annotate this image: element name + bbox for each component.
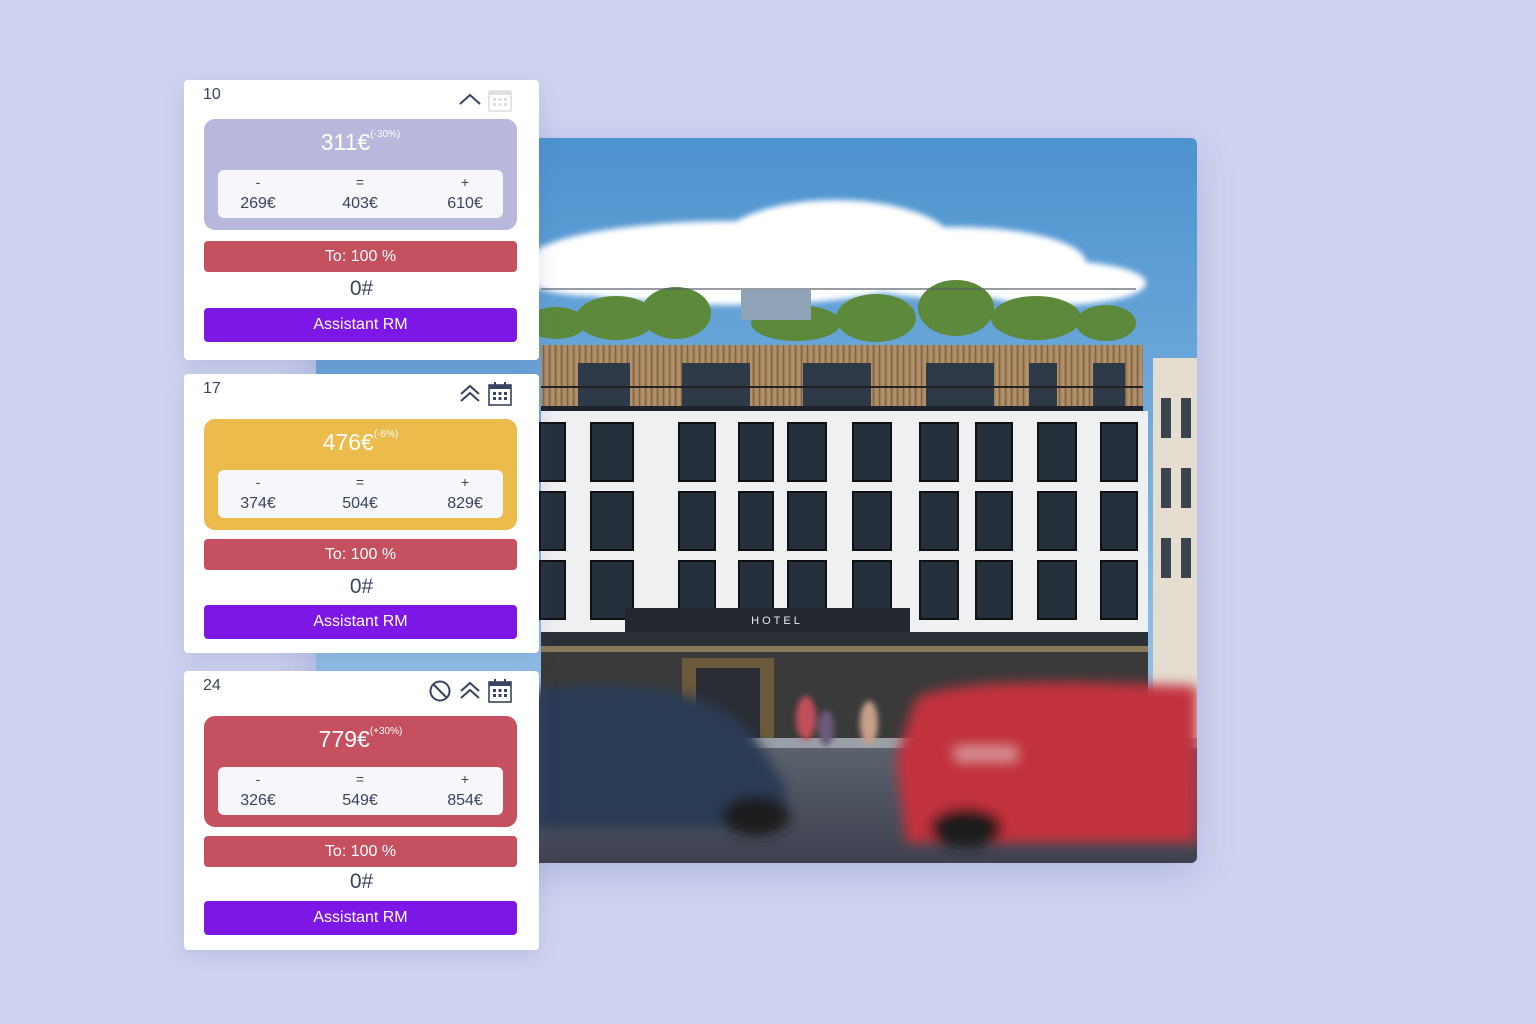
day-card: 24 779€(+30%) - 326€ = 549€ +854€ To: 100 … xyxy=(184,671,539,950)
booking-count: 0# xyxy=(349,277,374,300)
range-mid-symbol: = xyxy=(355,771,365,787)
price-change: (-30%) xyxy=(370,129,401,141)
hotel-sign: HOTEL xyxy=(751,615,803,627)
day-card: 10 311€(-30%) - 269€ = 403€ +610€ To: 100 … xyxy=(184,80,539,360)
range-min: 326€ xyxy=(240,792,276,809)
price: 779€(+30%) xyxy=(318,726,403,752)
range-max: 854€ xyxy=(447,792,483,809)
calendar-icon[interactable] xyxy=(487,381,513,407)
occupancy-bar: To: 100 % xyxy=(204,539,517,570)
range-min-symbol: - xyxy=(255,771,261,787)
range-max-symbol: + xyxy=(460,174,470,190)
price-range: - 374€ = 504€ +829€ xyxy=(218,470,503,518)
chevron-up-icon[interactable] xyxy=(457,87,483,113)
range-mid: 403€ xyxy=(342,195,378,212)
price-range: - 269€ = 403€ +610€ xyxy=(218,170,503,218)
occupancy-bar: To: 100 % xyxy=(204,836,517,867)
price-box: 476€(-6%) - 374€ = 504€ +829€ xyxy=(204,419,517,530)
day-number: 24 xyxy=(203,677,221,694)
day-number: 10 xyxy=(203,86,221,103)
double-chevron-up-icon[interactable] xyxy=(457,381,483,407)
range-min: 374€ xyxy=(240,495,276,512)
range-mid: 504€ xyxy=(342,495,378,512)
range-min: 269€ xyxy=(240,195,276,212)
calendar-icon xyxy=(487,87,513,113)
booking-count: 0# xyxy=(349,575,374,598)
range-mid-symbol: = xyxy=(355,474,365,490)
double-chevron-up-icon[interactable] xyxy=(457,678,483,704)
range-max: 610€ xyxy=(447,195,483,212)
booking-count: 0# xyxy=(349,870,374,893)
day-card: 17 476€(-6%) - 374€ = 504€ +829€ To: 100 %… xyxy=(184,374,539,653)
range-max-symbol: + xyxy=(460,771,470,787)
range-min-symbol: - xyxy=(255,474,261,490)
price: 476€(-6%) xyxy=(322,429,399,455)
day-number: 17 xyxy=(203,380,221,397)
assistant-rm-button[interactable]: Assistant RM xyxy=(204,605,517,639)
range-min-symbol: - xyxy=(255,174,261,190)
range-max-symbol: + xyxy=(460,474,470,490)
range-mid-symbol: = xyxy=(355,174,365,190)
assistant-rm-button[interactable]: Assistant RM xyxy=(204,308,517,342)
price-box: 779€(+30%) - 326€ = 549€ +854€ xyxy=(204,716,517,827)
price-range: - 326€ = 549€ +854€ xyxy=(218,767,503,815)
price-change: (+30%) xyxy=(369,726,403,738)
occupancy-bar: To: 100 % xyxy=(204,241,517,272)
calendar-icon[interactable] xyxy=(487,678,513,704)
price-change: (-6%) xyxy=(373,429,399,441)
range-max: 829€ xyxy=(447,495,483,512)
range-mid: 549€ xyxy=(342,792,378,809)
price-box: 311€(-30%) - 269€ = 403€ +610€ xyxy=(204,119,517,230)
assistant-rm-button[interactable]: Assistant RM xyxy=(204,901,517,935)
no-entry-icon[interactable] xyxy=(427,678,453,704)
price: 311€(-30%) xyxy=(320,129,401,155)
